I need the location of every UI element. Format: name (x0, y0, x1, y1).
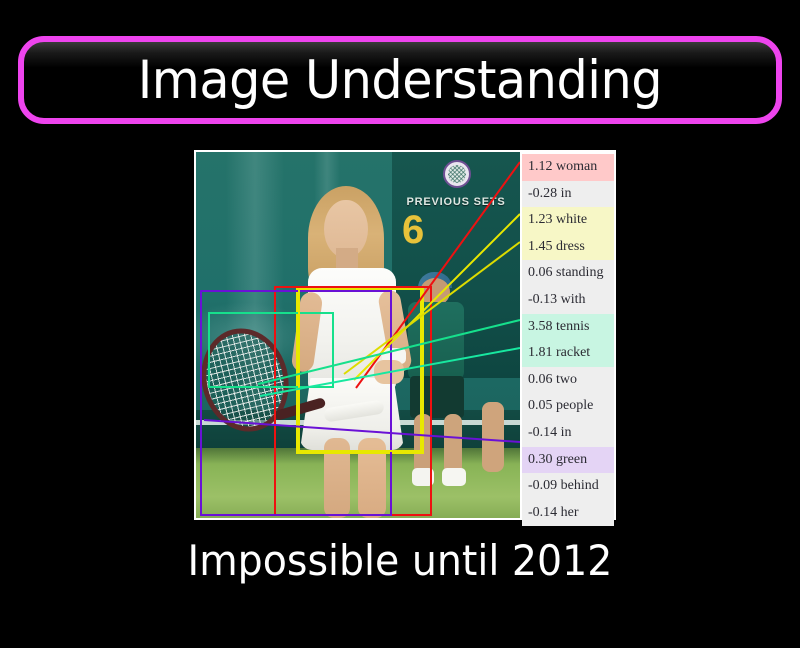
word-score-list: 1.12 woman -0.28 in 1.23 white 1.45 dress 0.… (520, 152, 614, 527)
word-row: -0.28 in (522, 180, 614, 208)
wimbledon-logo-rackets-icon (448, 165, 466, 183)
ballkid-shoe (442, 468, 466, 486)
word-row: 0.30 green (522, 446, 614, 474)
scoreboard-label: PREVIOUS SETS (406, 196, 506, 208)
word-row: 3.58 tennis (522, 313, 614, 341)
spectator-leg (482, 402, 504, 472)
word-row: 0.06 two (522, 366, 614, 394)
word-row: 1.12 woman (522, 154, 614, 181)
caption-text: Impossible until 2012 (187, 536, 613, 585)
word-row: 1.45 dress (522, 233, 614, 261)
word-row: 0.05 people (522, 393, 614, 420)
white-box (298, 288, 422, 452)
word-row: 1.23 white (522, 207, 614, 234)
page-title: Image Understanding (137, 49, 663, 111)
title-banner: Image Understanding (18, 36, 782, 124)
word-row: 1.81 racket (522, 340, 614, 367)
caption: Impossible until 2012 (0, 536, 800, 585)
figure-container: PREVIOUS SETS 6 1.12 woman -0.28 in 1.23… (194, 150, 616, 527)
word-row: 0.06 standing (522, 260, 614, 287)
scoreboard-score: 6 (402, 208, 425, 252)
word-row: -0.14 her (522, 499, 614, 527)
ballkid-leg (444, 414, 462, 476)
word-row: -0.09 behind (522, 473, 614, 500)
word-row: -0.13 with (522, 286, 614, 314)
word-row: -0.14 in (522, 419, 614, 447)
